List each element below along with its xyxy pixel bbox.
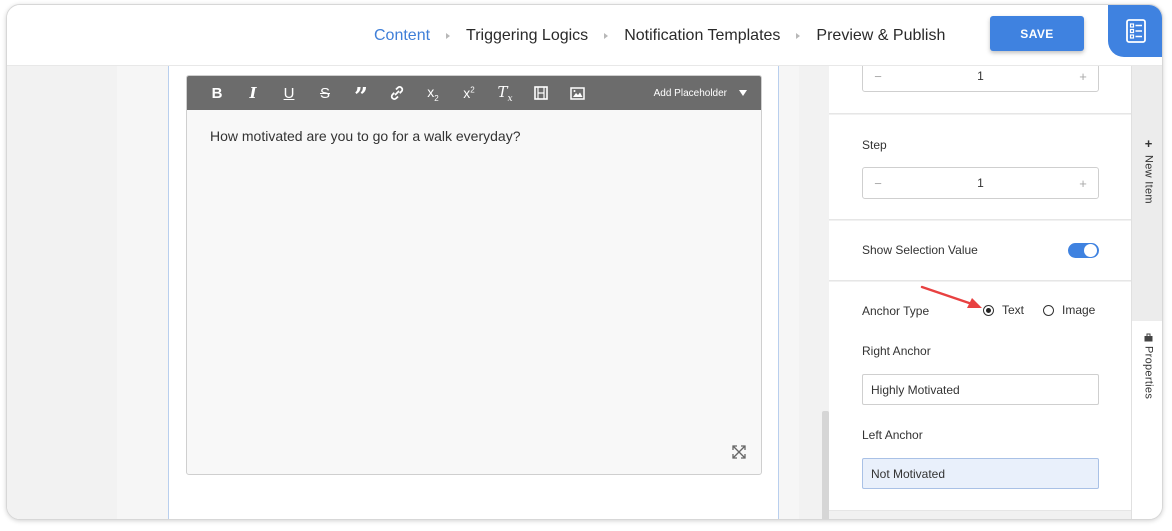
chevron-right-icon xyxy=(796,32,801,39)
right-anchor-label: Right Anchor xyxy=(862,344,931,358)
increment-button[interactable]: + xyxy=(1068,69,1098,84)
question-card[interactable]: B I U S ” x2 x2 Tx Add Placeholder How m… xyxy=(168,66,779,519)
italic-glyph: I xyxy=(249,84,257,102)
image-icon[interactable] xyxy=(559,76,595,110)
step-triggering-logics[interactable]: Triggering Logics xyxy=(466,27,588,45)
max-value-stepper[interactable]: − 1 + xyxy=(862,66,1099,92)
strikethrough-icon[interactable]: S xyxy=(307,76,343,110)
step-notification-templates[interactable]: Notification Templates xyxy=(624,27,780,45)
video-icon[interactable] xyxy=(523,76,559,110)
step-content[interactable]: Content xyxy=(374,27,430,45)
step-section: Step − 1 + xyxy=(829,115,1131,220)
caret-down-icon xyxy=(739,90,747,96)
anchor-type-image-radio[interactable]: Image xyxy=(1043,303,1095,317)
side-tabs: + New Item Properties xyxy=(1131,66,1162,519)
editor-content[interactable]: How motivated are you to go for a walk e… xyxy=(187,110,761,474)
editor-toolbar: B I U S ” x2 x2 Tx Add Placeholder xyxy=(187,76,761,110)
superscript-mark: 2 xyxy=(470,85,475,95)
bold-glyph: B xyxy=(211,84,223,102)
anchor-type-text-label: Text xyxy=(1002,303,1025,317)
link-icon[interactable] xyxy=(379,76,415,110)
subscript-mark: 2 xyxy=(434,93,439,103)
clear-format-mark: x xyxy=(507,93,513,104)
anchor-type-image-label: Image xyxy=(1062,303,1096,317)
step-preview-publish[interactable]: Preview & Publish xyxy=(816,27,945,45)
left-anchor-input[interactable] xyxy=(862,458,1099,489)
chevron-right-icon xyxy=(446,32,451,39)
annotation-arrow xyxy=(920,285,982,308)
link-glyph xyxy=(390,86,404,100)
tab-new-item-label: New Item xyxy=(1142,155,1155,204)
italic-icon[interactable]: I xyxy=(235,76,271,110)
bold-icon[interactable]: B xyxy=(199,76,235,110)
underline-glyph: U xyxy=(283,84,295,102)
right-anchor-input[interactable] xyxy=(862,374,1099,405)
checklist-button[interactable] xyxy=(1108,5,1162,57)
step-value[interactable]: 1 xyxy=(893,176,1068,190)
add-placeholder-dropdown[interactable]: Add Placeholder xyxy=(654,76,747,110)
image-glyph xyxy=(569,86,585,100)
decrement-button[interactable]: − xyxy=(863,69,893,84)
clear-format-glyph: T xyxy=(497,82,508,101)
toolbox-icon xyxy=(1144,333,1153,342)
rich-text-editor: B I U S ” x2 x2 Tx Add Placeholder How m… xyxy=(186,75,762,475)
underline-icon[interactable]: U xyxy=(271,76,307,110)
max-value[interactable]: 1 xyxy=(893,69,1068,83)
save-button[interactable]: SAVE xyxy=(990,16,1084,51)
max-value-section: − 1 + xyxy=(829,66,1131,114)
show-selection-label: Show Selection Value xyxy=(862,243,978,257)
anchor-type-text-radio[interactable]: Text xyxy=(983,303,1024,317)
quote-icon[interactable]: ” xyxy=(343,76,379,110)
superscript-icon[interactable]: x2 xyxy=(451,76,487,110)
step-label: Step xyxy=(862,138,887,152)
expand-icon[interactable] xyxy=(731,444,747,460)
anchor-section: Anchor Type Text Image Right Anchor Left… xyxy=(829,282,1131,511)
tab-properties-label: Properties xyxy=(1142,346,1155,400)
show-selection-toggle[interactable] xyxy=(1068,243,1099,258)
strike-glyph: S xyxy=(319,84,330,102)
content-canvas: B I U S ” x2 x2 Tx Add Placeholder How m… xyxy=(7,66,829,519)
clear-format-icon[interactable]: Tx xyxy=(487,76,523,110)
add-placeholder-label: Add Placeholder xyxy=(653,87,727,99)
subscript-icon[interactable]: x2 xyxy=(415,76,451,110)
step-stepper[interactable]: − 1 + xyxy=(862,167,1099,199)
tab-new-item[interactable]: + New Item xyxy=(1132,136,1162,216)
quote-glyph: ” xyxy=(354,82,368,111)
canvas-area: B I U S ” x2 x2 Tx Add Placeholder How m… xyxy=(117,66,799,519)
chevron-right-icon xyxy=(604,32,609,39)
increment-button[interactable]: + xyxy=(1068,176,1098,191)
show-selection-section: Show Selection Value xyxy=(829,221,1131,281)
decrement-button[interactable]: − xyxy=(863,176,893,191)
left-anchor-label: Left Anchor xyxy=(862,428,923,442)
radio-unselected-icon xyxy=(1043,304,1054,316)
app-window: Content Triggering Logics Notification T… xyxy=(6,4,1163,520)
plus-icon: + xyxy=(1144,136,1153,151)
checklist-icon xyxy=(1126,19,1146,43)
top-nav: Content Triggering Logics Notification T… xyxy=(7,5,1162,66)
tab-properties[interactable]: Properties xyxy=(1132,321,1162,519)
wizard-steps: Content Triggering Logics Notification T… xyxy=(374,5,945,66)
film-glyph xyxy=(534,86,548,100)
canvas-scrollbar[interactable] xyxy=(822,411,829,519)
